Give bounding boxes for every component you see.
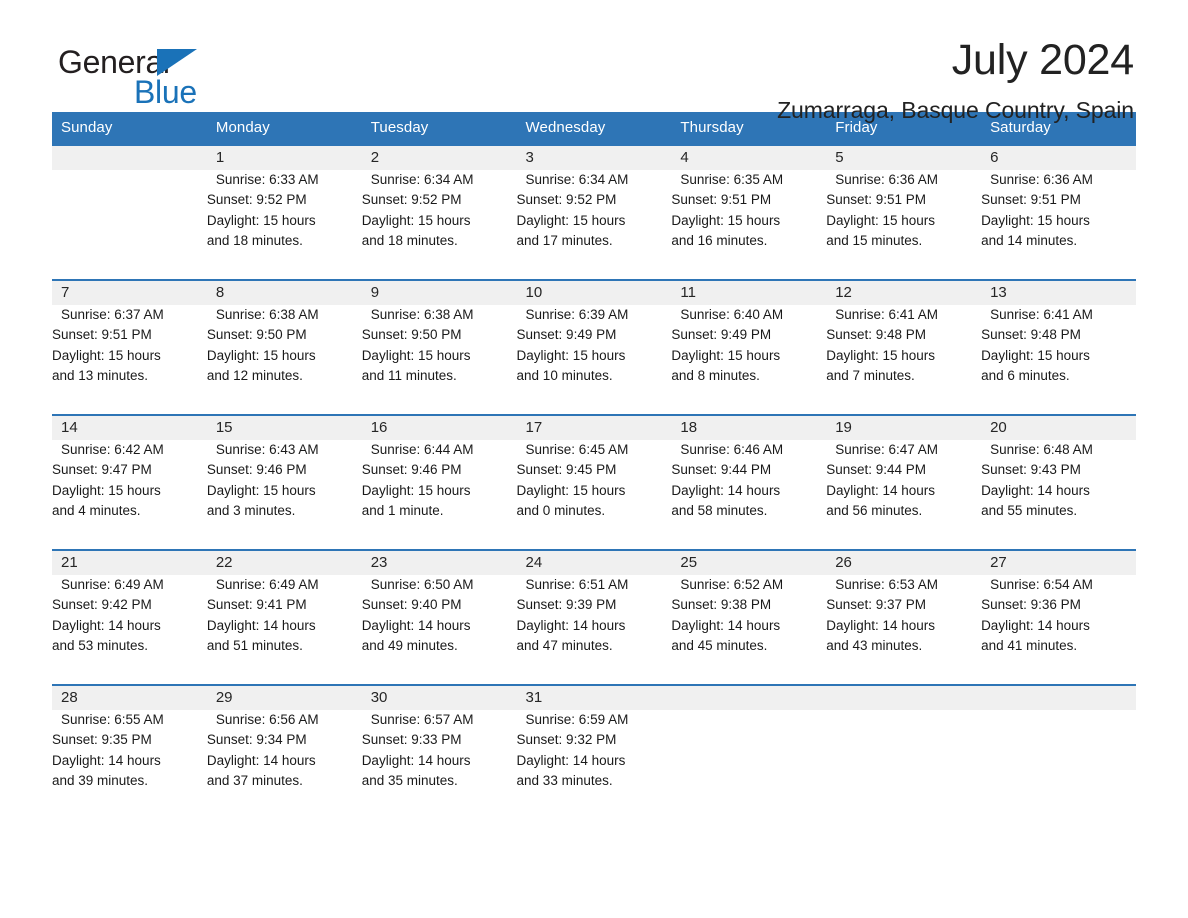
week-row: 28 Sunrise: 6:55 AM Sunset: 9:35 PM Dayli… (52, 685, 1136, 819)
day-info: Sunrise: 6:36 AM Sunset: 9:51 PM Dayligh… (826, 172, 939, 248)
day-cell[interactable]: 12 Sunrise: 6:41 AM Sunset: 9:48 PM Dayli… (826, 280, 982, 415)
day-cell[interactable]: 29 Sunrise: 6:56 AM Sunset: 9:34 PM Dayli… (206, 685, 362, 819)
day-cell (52, 145, 207, 280)
day-info: Sunrise: 6:37 AM Sunset: 9:51 PM Dayligh… (52, 307, 164, 383)
day-info: Sunrise: 6:35 AM Sunset: 9:51 PM Dayligh… (671, 172, 784, 248)
day-info: Sunrise: 6:52 AM Sunset: 9:38 PM Dayligh… (671, 577, 784, 653)
day-cell[interactable]: 22 Sunrise: 6:49 AM Sunset: 9:41 PM Dayli… (206, 550, 362, 685)
calendar-body: 1 Sunrise: 6:33 AM Sunset: 9:52 PM Daylig… (52, 145, 1136, 819)
day-cell (981, 685, 1136, 819)
general-blue-logo[interactable]: General Blue (58, 44, 278, 116)
day-cell[interactable]: 27 Sunrise: 6:54 AM Sunset: 9:36 PM Dayli… (981, 550, 1136, 685)
logo-text-blue: Blue (134, 74, 197, 110)
day-cell[interactable]: 20 Sunrise: 6:48 AM Sunset: 9:43 PM Dayli… (981, 415, 1136, 550)
day-cell[interactable]: 31 Sunrise: 6:59 AM Sunset: 9:32 PM Dayli… (516, 685, 672, 819)
day-info: Sunrise: 6:50 AM Sunset: 9:40 PM Dayligh… (361, 577, 474, 653)
day-info: Sunrise: 6:46 AM Sunset: 9:44 PM Dayligh… (671, 442, 784, 518)
week-row: 21 Sunrise: 6:49 AM Sunset: 9:42 PM Dayli… (52, 550, 1136, 685)
day-cell[interactable]: 5 Sunrise: 6:36 AM Sunset: 9:51 PM Daylig… (826, 145, 982, 280)
sunrise-sunset-calendar: Sunday Monday Tuesday Wednesday Thursday… (52, 112, 1136, 819)
day-cell[interactable]: 6 Sunrise: 6:36 AM Sunset: 9:51 PM Daylig… (981, 145, 1136, 280)
day-info: Sunrise: 6:44 AM Sunset: 9:46 PM Dayligh… (361, 442, 474, 518)
day-info: Sunrise: 6:34 AM Sunset: 9:52 PM Dayligh… (361, 172, 474, 248)
day-info: Sunrise: 6:41 AM Sunset: 9:48 PM Dayligh… (826, 307, 939, 383)
day-cell[interactable]: 28 Sunrise: 6:55 AM Sunset: 9:35 PM Dayli… (52, 685, 207, 819)
day-info: Sunrise: 6:33 AM Sunset: 9:52 PM Dayligh… (206, 172, 319, 248)
day-cell[interactable]: 9 Sunrise: 6:38 AM Sunset: 9:50 PM Daylig… (361, 280, 517, 415)
day-cell (826, 685, 982, 819)
day-info: Sunrise: 6:42 AM Sunset: 9:47 PM Dayligh… (52, 442, 164, 518)
day-info: Sunrise: 6:40 AM Sunset: 9:49 PM Dayligh… (671, 307, 784, 383)
day-cell[interactable]: 24 Sunrise: 6:51 AM Sunset: 9:39 PM Dayli… (516, 550, 672, 685)
day-info: Sunrise: 6:56 AM Sunset: 9:34 PM Dayligh… (206, 712, 319, 788)
day-info: Sunrise: 6:41 AM Sunset: 9:48 PM Dayligh… (981, 307, 1093, 383)
day-number (52, 146, 207, 170)
day-info: Sunrise: 6:45 AM Sunset: 9:45 PM Dayligh… (516, 442, 629, 518)
day-cell[interactable]: 17 Sunrise: 6:45 AM Sunset: 9:45 PM Dayli… (516, 415, 672, 550)
day-number (826, 686, 982, 710)
day-cell[interactable]: 23 Sunrise: 6:50 AM Sunset: 9:40 PM Dayli… (361, 550, 517, 685)
day-cell[interactable]: 10 Sunrise: 6:39 AM Sunset: 9:49 PM Dayli… (516, 280, 672, 415)
day-info: Sunrise: 6:48 AM Sunset: 9:43 PM Dayligh… (981, 442, 1093, 518)
day-cell[interactable]: 3 Sunrise: 6:34 AM Sunset: 9:52 PM Daylig… (516, 145, 672, 280)
day-cell[interactable]: 13 Sunrise: 6:41 AM Sunset: 9:48 PM Dayli… (981, 280, 1136, 415)
day-info: Sunrise: 6:53 AM Sunset: 9:37 PM Dayligh… (826, 577, 939, 653)
day-cell[interactable]: 14 Sunrise: 6:42 AM Sunset: 9:47 PM Dayli… (52, 415, 207, 550)
day-cell[interactable]: 25 Sunrise: 6:52 AM Sunset: 9:38 PM Dayli… (671, 550, 827, 685)
day-info: Sunrise: 6:47 AM Sunset: 9:44 PM Dayligh… (826, 442, 939, 518)
day-info: Sunrise: 6:57 AM Sunset: 9:33 PM Dayligh… (361, 712, 474, 788)
triangle-flag-icon (157, 49, 197, 76)
day-cell[interactable]: 7 Sunrise: 6:37 AM Sunset: 9:51 PM Daylig… (52, 280, 207, 415)
week-row: 1 Sunrise: 6:33 AM Sunset: 9:52 PM Daylig… (52, 145, 1136, 280)
day-cell[interactable]: 8 Sunrise: 6:38 AM Sunset: 9:50 PM Daylig… (206, 280, 362, 415)
day-cell[interactable]: 15 Sunrise: 6:43 AM Sunset: 9:46 PM Dayli… (206, 415, 362, 550)
day-cell[interactable]: 11 Sunrise: 6:40 AM Sunset: 9:49 PM Dayli… (671, 280, 827, 415)
day-info: Sunrise: 6:59 AM Sunset: 9:32 PM Dayligh… (516, 712, 629, 788)
day-cell[interactable]: 1 Sunrise: 6:33 AM Sunset: 9:52 PM Daylig… (206, 145, 362, 280)
day-info: Sunrise: 6:51 AM Sunset: 9:39 PM Dayligh… (516, 577, 629, 653)
day-number (671, 686, 827, 710)
day-info: Sunrise: 6:49 AM Sunset: 9:41 PM Dayligh… (206, 577, 319, 653)
day-cell[interactable]: 26 Sunrise: 6:53 AM Sunset: 9:37 PM Dayli… (826, 550, 982, 685)
day-cell[interactable]: 18 Sunrise: 6:46 AM Sunset: 9:44 PM Dayli… (671, 415, 827, 550)
day-cell[interactable]: 30 Sunrise: 6:57 AM Sunset: 9:33 PM Dayli… (361, 685, 517, 819)
week-row: 14 Sunrise: 6:42 AM Sunset: 9:47 PM Dayli… (52, 415, 1136, 550)
day-info: Sunrise: 6:43 AM Sunset: 9:46 PM Dayligh… (206, 442, 319, 518)
day-number (981, 686, 1136, 710)
day-info: Sunrise: 6:55 AM Sunset: 9:35 PM Dayligh… (52, 712, 164, 788)
day-cell (671, 685, 827, 819)
day-cell[interactable]: 16 Sunrise: 6:44 AM Sunset: 9:46 PM Dayli… (361, 415, 517, 550)
week-row: 7 Sunrise: 6:37 AM Sunset: 9:51 PM Daylig… (52, 280, 1136, 415)
day-info: Sunrise: 6:49 AM Sunset: 9:42 PM Dayligh… (52, 577, 164, 653)
day-info: Sunrise: 6:38 AM Sunset: 9:50 PM Dayligh… (361, 307, 474, 383)
page-header: General Blue July 2024 Zumarraga, Basque… (52, 0, 1136, 123)
day-info: Sunrise: 6:38 AM Sunset: 9:50 PM Dayligh… (206, 307, 319, 383)
calendar-page: General Blue July 2024 Zumarraga, Basque… (0, 0, 1188, 918)
day-cell[interactable]: 2 Sunrise: 6:34 AM Sunset: 9:52 PM Daylig… (361, 145, 517, 280)
day-cell[interactable]: 19 Sunrise: 6:47 AM Sunset: 9:44 PM Dayli… (826, 415, 982, 550)
day-info: Sunrise: 6:34 AM Sunset: 9:52 PM Dayligh… (516, 172, 629, 248)
day-info: Sunrise: 6:39 AM Sunset: 9:49 PM Dayligh… (516, 307, 629, 383)
day-cell[interactable]: 21 Sunrise: 6:49 AM Sunset: 9:42 PM Dayli… (52, 550, 207, 685)
day-info: Sunrise: 6:54 AM Sunset: 9:36 PM Dayligh… (981, 577, 1093, 653)
day-cell[interactable]: 4 Sunrise: 6:35 AM Sunset: 9:51 PM Daylig… (671, 145, 827, 280)
day-info: Sunrise: 6:36 AM Sunset: 9:51 PM Dayligh… (981, 172, 1093, 248)
